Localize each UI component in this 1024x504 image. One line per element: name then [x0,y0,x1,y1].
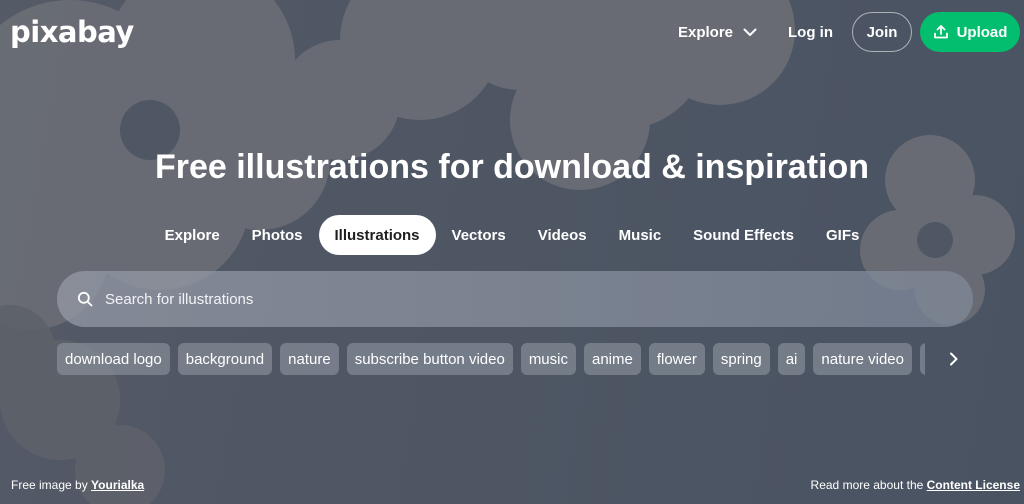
search-bar[interactable] [57,271,973,327]
join-button[interactable]: Join [852,12,912,52]
tab-videos[interactable]: Videos [522,215,603,255]
tab-vectors[interactable]: Vectors [436,215,522,255]
explore-menu-button[interactable]: Explore [668,14,767,50]
tab-photos[interactable]: Photos [236,215,319,255]
search-suggestion-chip[interactable]: flower [648,343,705,375]
search-suggestion-chip[interactable]: spring [712,343,770,375]
search-icon [77,291,93,307]
credit-prefix: Free image by [11,478,88,492]
login-link[interactable]: Log in [778,14,843,50]
suggested-searches: download logo background nature subscrib… [57,343,925,375]
credit-author-link[interactable]: Yourialka [91,478,144,492]
pixabay-logo[interactable]: pixabay [10,14,134,50]
search-suggestion-chip[interactable]: subscribe button video [346,343,513,375]
chevron-right-icon [950,352,958,366]
tab-sound-effects[interactable]: Sound Effects [677,215,810,255]
search-suggestion-chip[interactable]: download logo [57,343,170,375]
upload-icon [933,25,948,39]
explore-label: Explore [678,23,734,41]
search-suggestion-chip[interactable]: nature video [813,343,912,375]
top-navigation: pixabay Explore Log in Join Upload [0,0,1024,64]
media-type-tabs: Explore Photos Illustrations Vectors Vid… [0,215,1024,255]
search-input[interactable] [105,279,925,319]
chevron-down-icon [743,28,757,36]
tab-explore[interactable]: Explore [149,215,236,255]
search-suggestion-chip[interactable]: anime [583,343,641,375]
search-suggestion-chip[interactable]: nature [280,343,339,375]
image-credit: Free image by Yourialka [11,477,144,493]
tab-gifs[interactable]: GIFs [810,215,875,255]
upload-button[interactable]: Upload [920,12,1020,52]
tab-illustrations[interactable]: Illustrations [318,215,436,255]
search-suggestion-chip[interactable]: wallpaper [919,343,925,375]
tab-music[interactable]: Music [603,215,678,255]
page-title: Free illustrations for download & inspir… [154,148,870,186]
content-license-link[interactable]: Content License [927,478,1020,492]
search-suggestion-chip[interactable]: background [177,343,273,375]
search-suggestion-chip[interactable]: ai [777,343,806,375]
upload-label: Upload [956,23,1008,41]
license-note: Read more about the Content License [811,477,1020,493]
search-suggestion-chip[interactable]: music [520,343,576,375]
license-prefix: Read more about the [810,478,924,492]
chips-scroll-next-button[interactable] [938,343,970,375]
